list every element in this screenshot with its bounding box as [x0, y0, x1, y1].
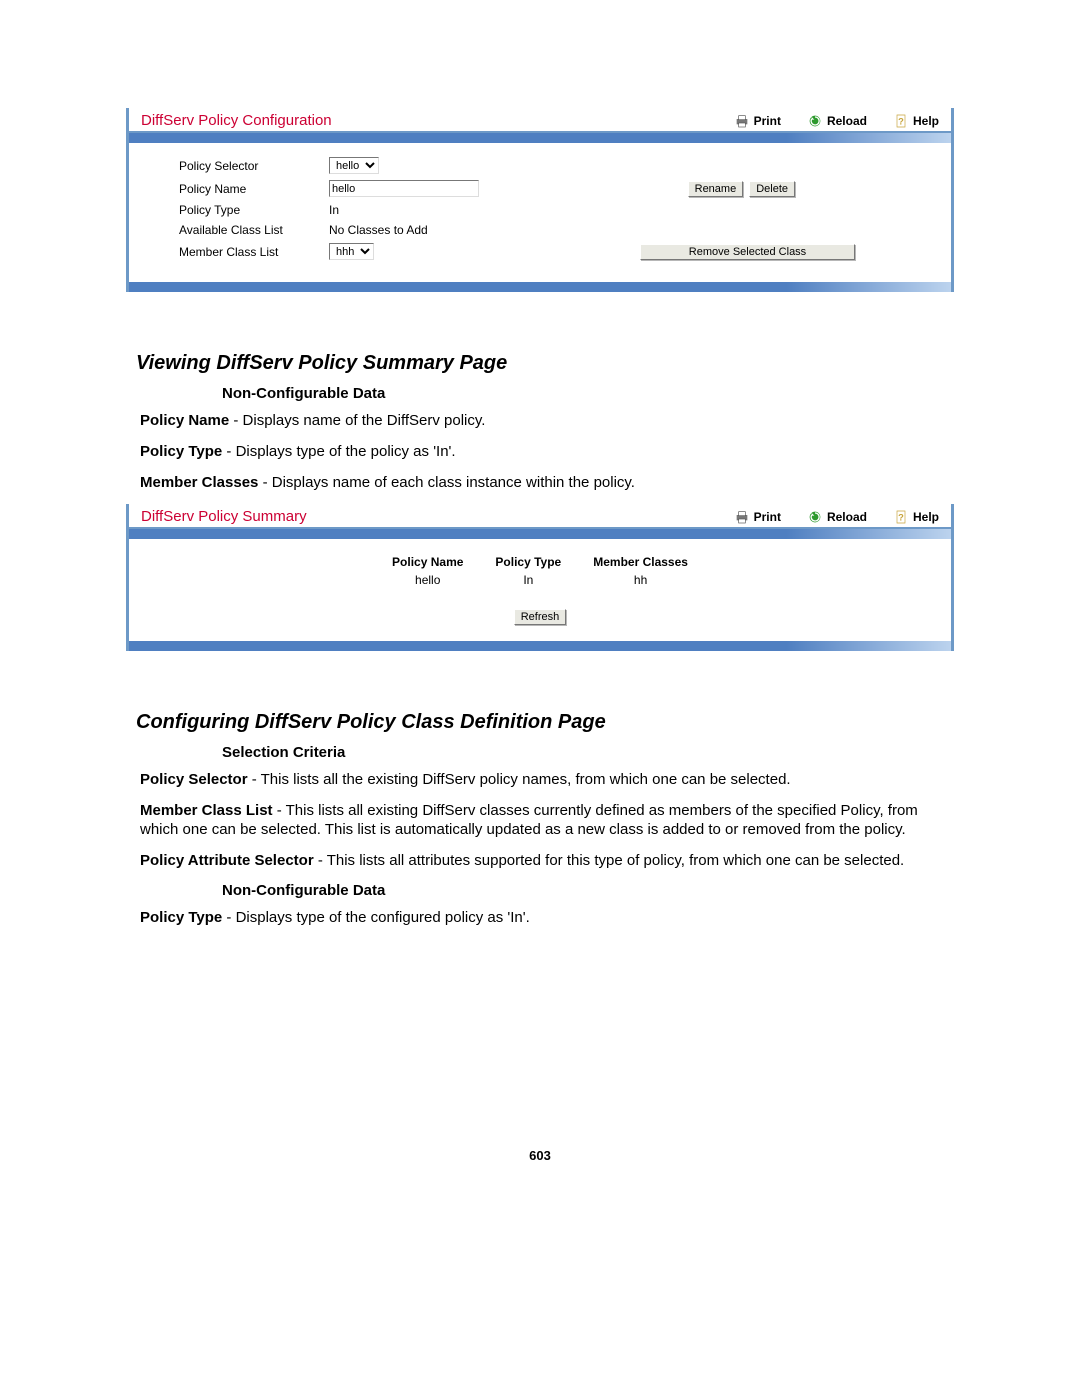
panel-actions: Print Reload ? Help: [734, 113, 939, 129]
row-available-class-list: Available Class List No Classes to Add: [179, 223, 935, 237]
reload-label: Reload: [827, 510, 867, 524]
cell-member-classes: hh: [577, 571, 704, 589]
row-policy-type: Policy Type In: [179, 203, 935, 217]
help-link[interactable]: ? Help: [893, 113, 939, 129]
subheading-nonconfig-1: Non-Configurable Data: [222, 385, 954, 402]
value-available-class-list: No Classes to Add: [329, 223, 499, 237]
heading-viewing-summary: Viewing DiffServ Policy Summary Page: [126, 352, 954, 375]
panel-band-bottom: [129, 641, 951, 651]
label-policy-name: Policy Name: [179, 182, 329, 196]
rename-button[interactable]: Rename: [688, 181, 744, 197]
diffserv-policy-summary-panel: DiffServ Policy Summary Print Reload: [126, 504, 954, 651]
policy-name-input[interactable]: [329, 180, 479, 197]
reload-label: Reload: [827, 114, 867, 128]
print-link[interactable]: Print: [734, 113, 781, 129]
para-member-class-list: Member Class List - This lists all exist…: [140, 802, 954, 840]
table-row: hello In hh: [376, 571, 704, 589]
panel-band-bottom: [129, 282, 951, 292]
delete-button[interactable]: Delete: [749, 181, 795, 197]
col-member-classes: Member Classes: [577, 553, 704, 571]
svg-text:?: ?: [898, 116, 904, 126]
row-policy-name: Policy Name Rename Delete: [179, 180, 935, 197]
col-policy-type: Policy Type: [479, 553, 577, 571]
reload-icon: [807, 113, 823, 129]
refresh-button[interactable]: Refresh: [514, 609, 567, 625]
help-link[interactable]: ? Help: [893, 509, 939, 525]
panel-header: DiffServ Policy Configuration Print Relo…: [129, 108, 951, 133]
row-policy-selector: Policy Selector hello: [179, 157, 935, 174]
label-policy-selector: Policy Selector: [179, 159, 329, 173]
col-policy-name: Policy Name: [376, 553, 479, 571]
svg-text:?: ?: [898, 512, 904, 522]
panel-actions: Print Reload ? Help: [734, 509, 939, 525]
label-available-class-list: Available Class List: [179, 223, 329, 237]
heading-configuring-classdef: Configuring DiffServ Policy Class Defini…: [126, 711, 954, 734]
print-icon: [734, 509, 750, 525]
label-member-class-list: Member Class List: [179, 245, 329, 259]
remove-selected-class-button[interactable]: Remove Selected Class: [640, 244, 855, 260]
print-icon: [734, 113, 750, 129]
reload-link[interactable]: Reload: [807, 113, 867, 129]
cell-policy-name: hello: [376, 571, 479, 589]
policy-selector-dropdown[interactable]: hello: [329, 157, 379, 174]
page-number: 603: [0, 1148, 1080, 1163]
cell-policy-type: In: [479, 571, 577, 589]
para-policy-attribute-selector: Policy Attribute Selector - This lists a…: [140, 852, 954, 871]
panel-band-top: [129, 133, 951, 143]
panel-band-top: [129, 529, 951, 539]
reload-link[interactable]: Reload: [807, 509, 867, 525]
para-member-classes: Member Classes - Displays name of each c…: [140, 474, 954, 493]
diffserv-policy-configuration-panel: DiffServ Policy Configuration Print Relo…: [126, 108, 954, 292]
help-icon: ?: [893, 113, 909, 129]
para-policy-type: Policy Type - Displays type of the polic…: [140, 443, 954, 462]
label-policy-type: Policy Type: [179, 203, 329, 217]
panel-title: DiffServ Policy Configuration: [141, 112, 734, 129]
para-policy-type-2: Policy Type - Displays type of the confi…: [140, 909, 954, 928]
print-link[interactable]: Print: [734, 509, 781, 525]
subheading-nonconfig-2: Non-Configurable Data: [222, 882, 954, 899]
row-member-class-list: Member Class List hhh Remove Selected Cl…: [179, 243, 935, 260]
reload-icon: [807, 509, 823, 525]
help-label: Help: [913, 510, 939, 524]
para-policy-selector: Policy Selector - This lists all the exi…: [140, 771, 954, 790]
help-icon: ?: [893, 509, 909, 525]
panel-body: Policy Name Policy Type Member Classes h…: [129, 539, 951, 641]
panel-body: Policy Selector hello Policy Name Rename…: [129, 143, 951, 282]
panel-title: DiffServ Policy Summary: [141, 508, 734, 525]
panel-header: DiffServ Policy Summary Print Reload: [129, 504, 951, 529]
member-class-list-dropdown[interactable]: hhh: [329, 243, 374, 260]
para-policy-name: Policy Name - Displays name of the DiffS…: [140, 412, 954, 431]
summary-table: Policy Name Policy Type Member Classes h…: [376, 553, 704, 589]
summary-table-head-row: Policy Name Policy Type Member Classes: [376, 553, 704, 571]
subheading-selection-criteria: Selection Criteria: [222, 744, 954, 761]
print-label: Print: [754, 510, 781, 524]
print-label: Print: [754, 114, 781, 128]
help-label: Help: [913, 114, 939, 128]
value-policy-type: In: [329, 203, 499, 217]
